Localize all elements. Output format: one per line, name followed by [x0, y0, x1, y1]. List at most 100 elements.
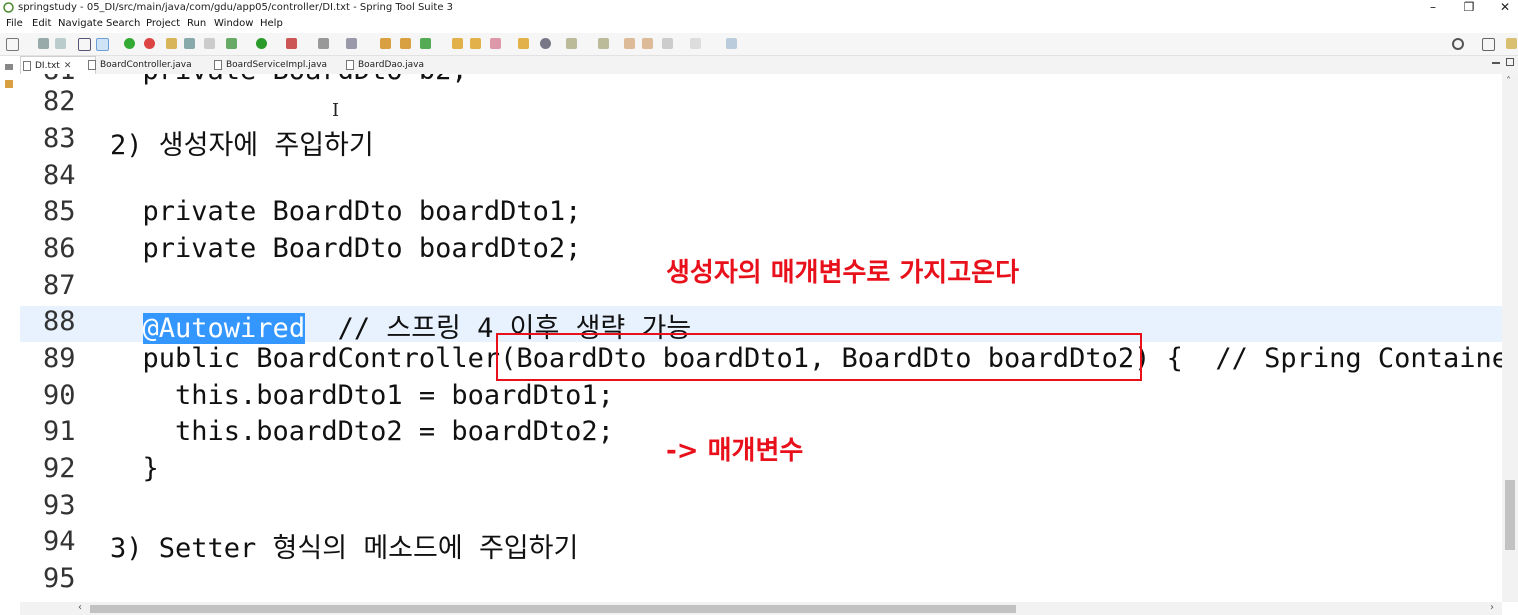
- external-tools-icon[interactable]: [286, 38, 297, 49]
- line-number: 90: [43, 380, 76, 411]
- scroll-right-icon[interactable]: ›: [1490, 602, 1494, 613]
- task-icon[interactable]: [166, 38, 177, 49]
- refresh-icon[interactable]: [144, 38, 155, 49]
- minimize-view-icon[interactable]: [1492, 62, 1500, 64]
- line-text: private BoardDto boardDto2;: [110, 233, 582, 264]
- left-trim-stack: [0, 56, 20, 615]
- deploy-icon[interactable]: [346, 38, 357, 49]
- pilcrow-icon[interactable]: [204, 38, 215, 49]
- toggle-icon[interactable]: [96, 38, 109, 51]
- open-type-icon[interactable]: [452, 38, 463, 49]
- tab-label: BoardController.java: [100, 60, 192, 70]
- server-start-icon[interactable]: [124, 38, 135, 49]
- tab-board-dao[interactable]: BoardDao.java: [344, 56, 424, 74]
- tab-label: DI.txt: [35, 61, 60, 71]
- line-number: 84: [43, 160, 76, 191]
- line-number: 83: [43, 123, 76, 154]
- editor-tab-bar: DI.txt ✕ BoardController.java BoardServic…: [20, 56, 1518, 75]
- open-file-icon[interactable]: [518, 38, 529, 49]
- vertical-scroll-thumb[interactable]: [1505, 480, 1515, 550]
- code-line: 90 this.boardDto1 = boardDto1;: [20, 380, 1502, 416]
- next-annotation-icon[interactable]: [566, 38, 577, 49]
- line-number: 85: [43, 196, 76, 227]
- java-file-icon: [214, 60, 222, 70]
- line-text: private BoardDto b2;: [110, 74, 468, 86]
- line-number: 94: [43, 526, 76, 557]
- forward-arrow-icon[interactable]: [690, 38, 701, 49]
- scroll-left-icon[interactable]: ‹: [78, 602, 82, 613]
- prev-annotation-icon[interactable]: [598, 38, 609, 49]
- debug-icon[interactable]: [226, 38, 237, 49]
- tab-label: BoardDao.java: [358, 60, 424, 70]
- tab-di-txt[interactable]: DI.txt ✕: [20, 56, 96, 75]
- search-icon[interactable]: [1452, 38, 1464, 50]
- menu-project[interactable]: Project: [146, 18, 180, 29]
- tab-label: BoardServiceImpl.java: [226, 60, 328, 70]
- save-icon[interactable]: [38, 38, 49, 49]
- code-line: 93: [20, 490, 1502, 526]
- minimize-button[interactable]: –: [1416, 0, 1450, 16]
- code-line: 95: [20, 563, 1502, 599]
- open-perspective-icon[interactable]: [1482, 38, 1495, 51]
- menu-navigate[interactable]: Navigate: [58, 18, 103, 29]
- annotation-constructor-params: 생성자의 매개변수로 가지고온다: [666, 258, 1019, 288]
- tab-board-controller[interactable]: BoardController.java: [86, 56, 192, 74]
- code-line: 84: [20, 160, 1502, 196]
- line-number: 82: [43, 86, 76, 117]
- pen-icon[interactable]: [490, 38, 501, 49]
- back-icon[interactable]: [642, 38, 653, 49]
- restore-button[interactable]: ❐: [1452, 0, 1486, 16]
- line-text: this.boardDto2 = boardDto2;: [110, 416, 614, 447]
- line-number: 86: [43, 233, 76, 264]
- horizontal-scrollbar[interactable]: ‹ ›: [20, 602, 1502, 615]
- line-number: 89: [43, 343, 76, 374]
- last-edit-icon[interactable]: [624, 38, 635, 49]
- grid-icon[interactable]: [184, 38, 195, 49]
- new-class-icon[interactable]: [420, 38, 431, 49]
- spring-tool-suite-icon: [3, 2, 14, 13]
- menu-run[interactable]: Run: [187, 18, 206, 29]
- open-folder-icon[interactable]: [470, 38, 481, 49]
- title-bar: springstudy - 05_DI/src/main/java/com/gd…: [0, 0, 1518, 16]
- stop-icon[interactable]: [318, 38, 329, 49]
- code-line: 94 3) Setter 형식의 메소드에 주입하기: [20, 526, 1502, 564]
- vertical-scrollbar[interactable]: ˄: [1502, 74, 1518, 602]
- maximize-view-icon[interactable]: [1506, 58, 1514, 66]
- menu-file[interactable]: File: [6, 18, 23, 29]
- horizontal-scroll-thumb[interactable]: [90, 605, 1016, 613]
- close-tab-icon[interactable]: ✕: [64, 61, 72, 71]
- new-project-icon[interactable]: [380, 38, 391, 49]
- line-text: 3) Setter 형식의 메소드에 주입하기: [110, 533, 579, 564]
- tab-board-service-impl[interactable]: BoardServiceImpl.java: [212, 56, 327, 74]
- scroll-up-icon[interactable]: ˄: [1506, 76, 1511, 87]
- globe-icon[interactable]: [540, 38, 551, 49]
- menu-search[interactable]: Search: [106, 18, 140, 29]
- code-line: 82: [20, 86, 1502, 122]
- menu-help[interactable]: Help: [260, 18, 283, 29]
- line-number: 91: [43, 416, 76, 447]
- back-arrow-icon[interactable]: [662, 38, 673, 49]
- line-number: 93: [43, 490, 76, 521]
- menu-bar: File Edit Navigate Search Project Run Wi…: [0, 16, 1518, 32]
- line-number: 95: [43, 563, 76, 594]
- perspective-icon[interactable]: [1506, 38, 1517, 49]
- hierarchy-icon[interactable]: [5, 80, 13, 88]
- run-icon[interactable]: [256, 38, 267, 49]
- line-text: }: [110, 453, 159, 484]
- close-button[interactable]: ✕: [1488, 0, 1518, 16]
- pin-editor-icon[interactable]: [726, 38, 737, 49]
- save-all-icon[interactable]: [55, 38, 66, 49]
- console-icon[interactable]: [78, 38, 91, 51]
- package-explorer-icon[interactable]: [5, 64, 13, 70]
- java-file-icon: [88, 60, 96, 70]
- menu-edit[interactable]: Edit: [32, 18, 51, 29]
- new-icon[interactable]: [6, 38, 19, 51]
- selected-text: @Autowired: [142, 313, 306, 344]
- line-text: 2) 생성자에 주입하기: [110, 130, 374, 161]
- line-number: 87: [43, 270, 76, 301]
- line-text: private BoardDto boardDto1;: [110, 196, 582, 227]
- menu-window[interactable]: Window: [214, 18, 253, 29]
- new-package-icon[interactable]: [400, 38, 411, 49]
- text-cursor-icon: I: [332, 100, 340, 121]
- java-file-icon: [346, 60, 354, 70]
